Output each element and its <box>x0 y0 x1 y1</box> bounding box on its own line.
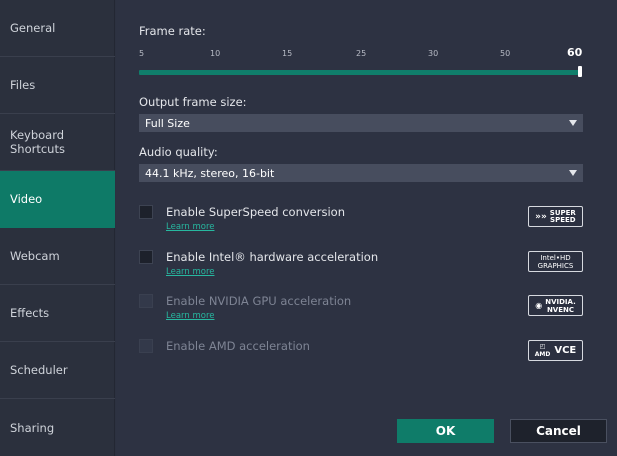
option-superspeed: Enable SuperSpeed conversion Learn more … <box>139 205 583 235</box>
video-settings-panel: Frame rate: 5 10 15 25 30 50 60 Output f… <box>116 0 617 456</box>
frame-rate-tick: 30 <box>428 49 439 58</box>
sidebar-item-label: General <box>10 21 56 35</box>
frame-rate-tick: 25 <box>356 49 367 58</box>
sidebar-item-label: Webcam <box>10 249 60 263</box>
intel-checkbox[interactable] <box>139 250 153 264</box>
learn-more-link[interactable]: Learn more <box>166 222 214 232</box>
sidebar-item-label: Sharing <box>10 420 55 435</box>
superspeed-checkbox[interactable] <box>139 205 153 219</box>
sidebar-item-keyboard-shortcuts[interactable]: Keyboard Shortcuts <box>0 114 115 171</box>
sidebar-item-effects[interactable]: Effects <box>0 285 115 342</box>
frame-rate-tick: 5 <box>139 49 145 58</box>
audio-quality-label: Audio quality: <box>139 145 218 159</box>
cancel-button[interactable]: Cancel <box>510 419 607 443</box>
frame-rate-slider-handle[interactable] <box>578 66 582 77</box>
frame-rate-ticks: 5 10 15 25 30 50 60 <box>139 46 583 61</box>
frame-size-dropdown[interactable]: Full Size <box>139 114 583 132</box>
sidebar-item-label: Files <box>10 78 36 92</box>
sidebar-item-sharing[interactable]: Sharing <box>0 399 115 456</box>
sidebar-item-general[interactable]: General <box>0 0 115 57</box>
superspeed-logo-icon: »» SUPER SPEED <box>528 206 583 227</box>
audio-quality-value: 44.1 kHz, stereo, 16-bit <box>145 166 275 180</box>
frame-rate-value: 60 <box>567 46 583 59</box>
option-label: Enable Intel® hardware acceleration <box>166 250 379 264</box>
dropdown-arrow-icon <box>569 170 577 176</box>
option-label: Enable SuperSpeed conversion <box>166 205 345 219</box>
audio-quality-dropdown[interactable]: 44.1 kHz, stereo, 16-bit <box>139 164 583 182</box>
learn-more-link[interactable]: Learn more <box>166 311 214 321</box>
option-intel: Enable Intel® hardware acceleration Lear… <box>139 250 583 280</box>
amd-vce-logo-icon: ◰ AMD VCE <box>528 340 583 361</box>
sidebar-item-files[interactable]: Files <box>0 57 115 114</box>
option-label: Enable AMD acceleration <box>166 339 310 353</box>
learn-more-link[interactable]: Learn more <box>166 267 214 277</box>
frame-size-value: Full Size <box>145 116 190 130</box>
intel-hd-graphics-logo-icon: Intel•HD GRAPHICS <box>528 251 583 272</box>
frame-rate-slider[interactable] <box>139 70 580 75</box>
sidebar-item-label: Video <box>10 192 43 206</box>
amd-checkbox <box>139 339 153 353</box>
sidebar-item-video[interactable]: Video <box>0 171 115 228</box>
frame-rate-label: Frame rate: <box>139 24 206 38</box>
sidebar-item-scheduler[interactable]: Scheduler <box>0 342 115 399</box>
sidebar-item-webcam[interactable]: Webcam <box>0 228 115 285</box>
nvidia-nvenc-logo-icon: ◉ NVIDIA. NVENC <box>528 295 583 316</box>
frame-rate-tick: 15 <box>282 49 293 58</box>
sidebar-item-label: Scheduler <box>10 363 68 377</box>
frame-size-label: Output frame size: <box>139 95 247 109</box>
sidebar-item-label: Effects <box>10 306 50 320</box>
frame-rate-tick: 10 <box>210 49 221 58</box>
ok-button[interactable]: OK <box>397 419 494 443</box>
nvidia-checkbox <box>139 294 153 308</box>
dropdown-arrow-icon <box>569 120 577 126</box>
settings-sidebar: General Files Keyboard Shortcuts Video W… <box>0 0 115 456</box>
sidebar-item-label: Keyboard Shortcuts <box>10 128 65 156</box>
option-label: Enable NVIDIA GPU acceleration <box>166 294 352 308</box>
option-nvidia: Enable NVIDIA GPU acceleration Learn mor… <box>139 294 583 324</box>
option-amd: Enable AMD acceleration ◰ AMD VCE <box>139 339 583 369</box>
frame-rate-tick: 50 <box>500 49 511 58</box>
